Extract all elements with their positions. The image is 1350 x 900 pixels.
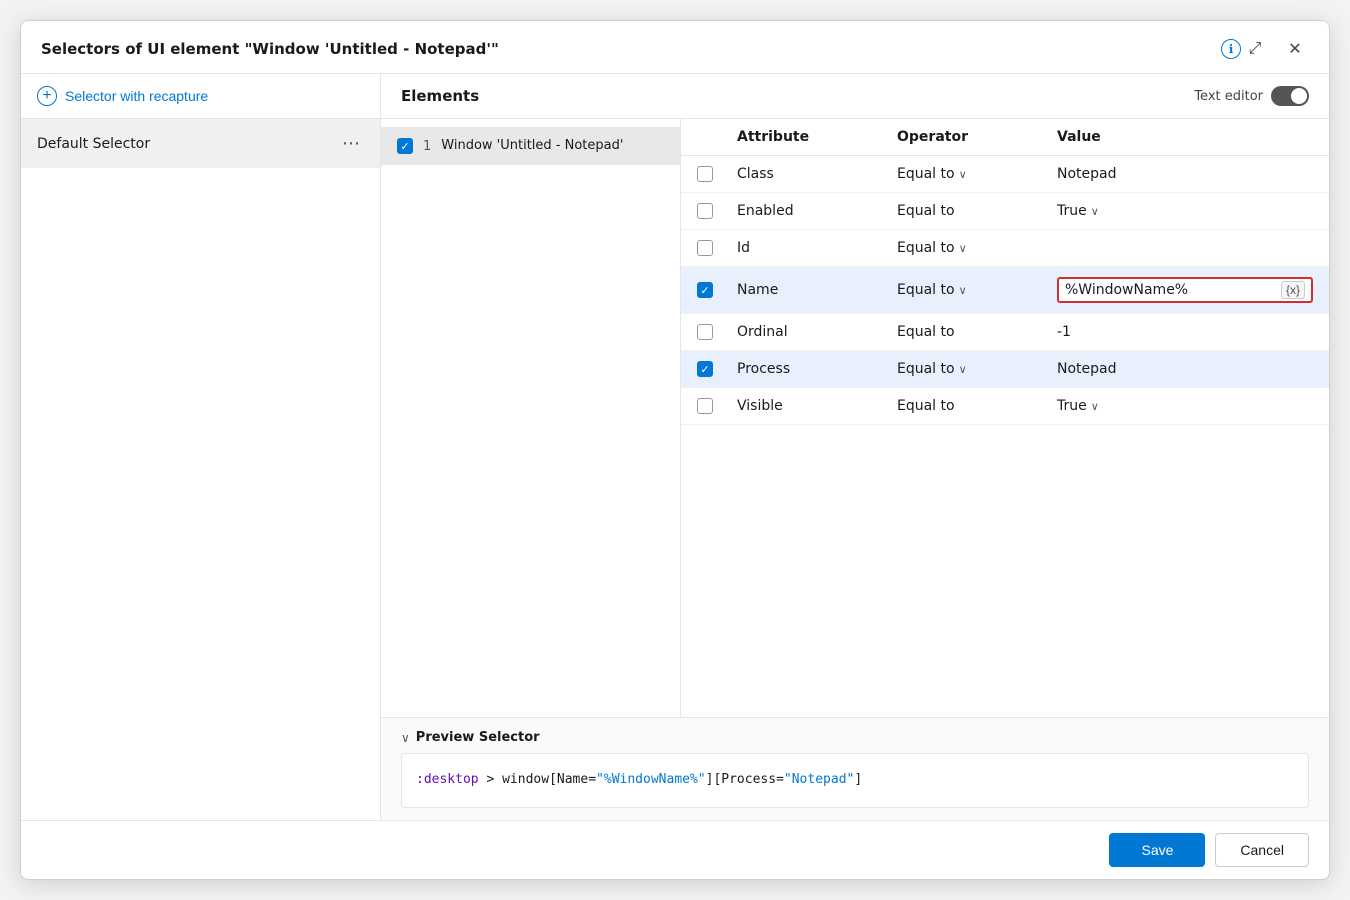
attr-value-enabled: True ∨ [1057, 203, 1313, 219]
elements-tree: ✓ 1 Window 'Untitled - Notepad' [381, 119, 681, 717]
attr-operator-process: Equal to ∨ [897, 361, 1057, 377]
attr-name-visible: Visible [737, 398, 897, 414]
preview-chevron-icon: ∨ [401, 731, 410, 745]
header-operator: Operator [897, 129, 1057, 145]
attr-value-class: Notepad [1057, 166, 1313, 182]
attr-row-class: Class Equal to ∨ Notepad [681, 156, 1329, 193]
text-editor-label: Text editor [1194, 89, 1263, 104]
attr-row-name: Name Equal to ∨ %WindowName% {x} [681, 267, 1329, 314]
right-panel-header: Elements Text editor [381, 74, 1329, 119]
code-process-val: "Notepad" [784, 772, 854, 787]
chevron-down-icon[interactable]: ∨ [959, 284, 967, 297]
selector-item-label: Default Selector [37, 136, 150, 152]
text-editor-section: Text editor [1194, 86, 1309, 106]
title-bar: Selectors of UI element "Window 'Untitle… [21, 21, 1329, 74]
checkbox-process[interactable] [697, 361, 713, 377]
attr-name-enabled: Enabled [737, 203, 897, 219]
name-value-text: %WindowName% [1065, 282, 1188, 298]
chevron-down-icon[interactable]: ∨ [1091, 400, 1099, 413]
attr-operator-name: Equal to ∨ [897, 282, 1057, 298]
variable-picker-button[interactable]: {x} [1281, 281, 1305, 299]
left-panel: + Selector with recapture Default Select… [21, 74, 381, 820]
attr-operator-id: Equal to ∨ [897, 240, 1057, 256]
right-panel: Elements Text editor ✓ 1 Wind [381, 74, 1329, 820]
main-content: + Selector with recapture Default Select… [21, 74, 1329, 820]
preview-section: ∨ Preview Selector :desktop > window[Nam… [381, 717, 1329, 820]
attr-operator-visible: Equal to [897, 398, 1057, 414]
save-button[interactable]: Save [1109, 833, 1205, 867]
dialog-title: Selectors of UI element "Window 'Untitle… [41, 40, 1213, 58]
attr-value-process: Notepad [1057, 361, 1313, 377]
chevron-down-icon[interactable]: ∨ [1091, 205, 1099, 218]
checkbox-ordinal[interactable] [697, 324, 713, 340]
attr-name-id: Id [737, 240, 897, 256]
attr-value-name: %WindowName% {x} [1057, 277, 1313, 303]
preview-code: :desktop > window[Name="%WindowName%"][P… [416, 764, 1294, 797]
tree-item-num: 1 [423, 139, 431, 154]
toggle-knob [1291, 88, 1307, 104]
selector-item[interactable]: Default Selector ⋯ [21, 119, 380, 168]
attr-row-visible: Visible Equal to True ∨ [681, 388, 1329, 425]
attr-row-process: Process Equal to ∨ Notepad [681, 351, 1329, 388]
expand-button[interactable]: ⤢ [1241, 35, 1269, 63]
attr-name-name: Name [737, 282, 897, 298]
attr-value-visible: True ∨ [1057, 398, 1313, 414]
attr-name-ordinal: Ordinal [737, 324, 897, 340]
info-icon[interactable]: ℹ [1221, 39, 1241, 59]
preview-box: :desktop > window[Name="%WindowName%"][P… [401, 753, 1309, 808]
header-attribute: Attribute [737, 129, 897, 145]
add-selector-button[interactable]: + Selector with recapture [21, 74, 380, 119]
attr-operator-enabled: Equal to [897, 203, 1057, 219]
chevron-down-icon[interactable]: ∨ [959, 168, 967, 181]
tree-checkbox[interactable]: ✓ [397, 138, 413, 154]
checkbox-visible[interactable] [697, 398, 713, 414]
name-value-container: %WindowName% {x} [1057, 277, 1313, 303]
footer: Save Cancel [21, 820, 1329, 879]
checkbox-id[interactable] [697, 240, 713, 256]
preview-label: Preview Selector [416, 730, 540, 745]
three-dots-menu[interactable]: ⋯ [338, 131, 364, 156]
text-editor-toggle[interactable] [1271, 86, 1309, 106]
close-button[interactable]: ✕ [1281, 35, 1309, 63]
attr-name-process: Process [737, 361, 897, 377]
checkbox-class[interactable] [697, 166, 713, 182]
chevron-down-icon[interactable]: ∨ [959, 363, 967, 376]
attr-name-class: Class [737, 166, 897, 182]
code-name-val: "%WindowName%" [596, 772, 706, 787]
header-value: Value [1057, 129, 1313, 145]
dialog: Selectors of UI element "Window 'Untitle… [20, 20, 1330, 880]
elements-attributes: ✓ 1 Window 'Untitled - Notepad' Attribut… [381, 119, 1329, 717]
check-icon: ✓ [400, 140, 409, 153]
checkbox-enabled[interactable] [697, 203, 713, 219]
attr-operator-ordinal: Equal to [897, 324, 1057, 340]
attr-row-ordinal: Ordinal Equal to -1 [681, 314, 1329, 351]
attr-operator-class: Equal to ∨ [897, 166, 1057, 182]
plus-icon: + [37, 86, 57, 106]
elements-label: Elements [401, 87, 479, 105]
code-process-attr: Process [721, 772, 776, 787]
attr-value-ordinal: -1 [1057, 324, 1313, 340]
tree-item-label: Window 'Untitled - Notepad' [441, 137, 623, 155]
preview-header[interactable]: ∨ Preview Selector [401, 730, 1309, 745]
chevron-down-icon[interactable]: ∨ [959, 242, 967, 255]
attr-row-enabled: Enabled Equal to True ∨ [681, 193, 1329, 230]
attr-row-id: Id Equal to ∨ [681, 230, 1329, 267]
cancel-button[interactable]: Cancel [1215, 833, 1309, 867]
checkbox-name[interactable] [697, 282, 713, 298]
tree-item[interactable]: ✓ 1 Window 'Untitled - Notepad' [381, 127, 680, 165]
code-desktop: :desktop [416, 772, 479, 787]
attributes-table: Attribute Operator Value Class Equal to … [681, 119, 1329, 717]
code-name-attr: Name [557, 772, 588, 787]
code-arrow: > [486, 772, 502, 787]
title-actions: ⤢ ✕ [1241, 35, 1309, 63]
add-selector-label: Selector with recapture [65, 88, 208, 104]
code-window: window [502, 772, 549, 787]
attributes-header: Attribute Operator Value [681, 119, 1329, 156]
